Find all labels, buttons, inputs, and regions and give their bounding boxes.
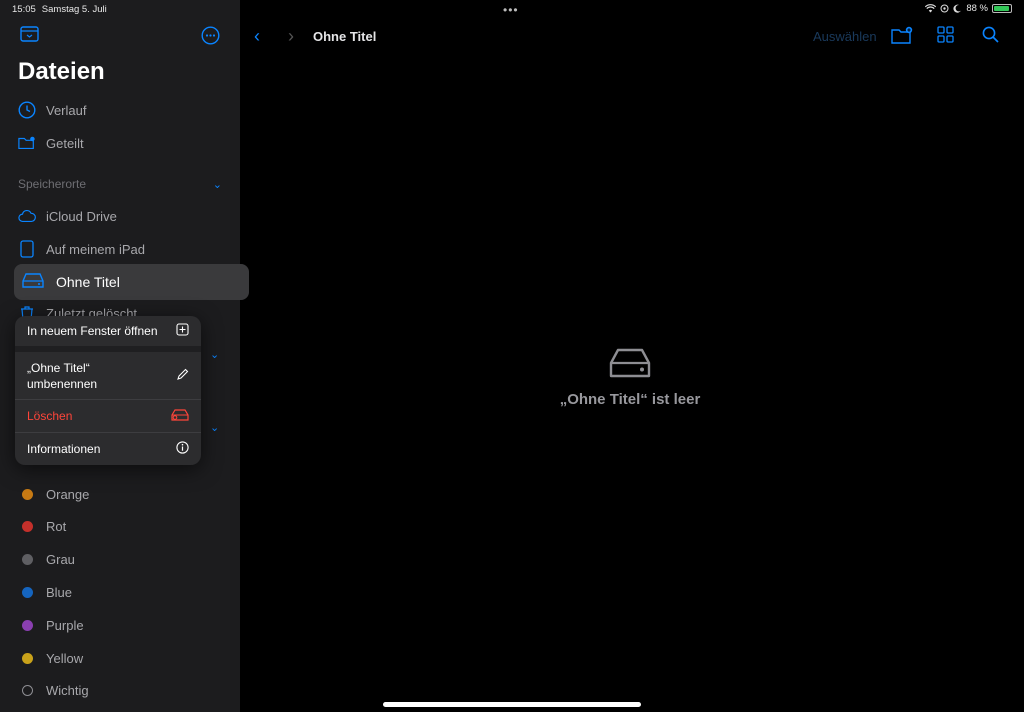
chevron-down-icon[interactable]: ⌄: [210, 421, 219, 434]
sidebar-item-recents[interactable]: Verlauf: [18, 97, 86, 123]
sidebar-item-label: iCloud Drive: [46, 208, 117, 224]
section-header-label: Speicherorte: [18, 177, 87, 191]
sidebar-item-icloud-drive[interactable]: iCloud Drive: [18, 203, 117, 229]
section-header-locations[interactable]: Speicherorte ⌄: [18, 177, 222, 191]
sidebar-item-label: Grau: [46, 552, 75, 568]
sidebar-tag-item[interactable]: Blue: [18, 579, 72, 605]
sidebar-item-label: Rot: [46, 519, 67, 535]
menu-item-info[interactable]: Informationen: [15, 433, 201, 465]
info-icon: [176, 441, 189, 457]
sidebar-item-label: Blue: [46, 584, 73, 600]
more-options-icon[interactable]: [201, 26, 220, 50]
battery-fill: [994, 6, 1009, 11]
tag-dot: [21, 488, 33, 500]
empty-message: „Ohne Titel“ ist leer: [559, 391, 701, 408]
context-menu: In neuem Fenster öffnen „Ohne Titel“ umb…: [15, 316, 201, 465]
eject-drive-icon: [171, 408, 189, 424]
sidebar-title: Dateien: [18, 58, 105, 85]
sidebar-item-label: Wichtig: [46, 683, 89, 699]
forward-button[interactable]: ›: [288, 26, 294, 47]
sidebar-item-ohne-titel[interactable]: Ohne Titel: [14, 264, 249, 300]
status-time: 15:05: [12, 4, 36, 15]
tag-color-dot-icon: [18, 682, 36, 700]
menu-item-label: In neuem Fenster öffnen: [27, 324, 158, 338]
tag-dot: [21, 586, 33, 598]
sidebar-tag-item[interactable]: Rot: [18, 514, 66, 540]
sidebar-item-label: Verlauf: [46, 102, 87, 118]
shared-folder-icon: [18, 134, 36, 152]
empty-state: „Ohne Titel“ ist leer: [540, 348, 720, 408]
tag-dot: [21, 652, 33, 664]
location-icon: [940, 4, 949, 13]
breadcrumb-title: Ohne Titel: [313, 29, 377, 44]
chevron-down-icon[interactable]: ⌄: [210, 348, 219, 361]
tag-color-dot-icon: [18, 518, 36, 536]
sidebar-item-on-my-ipad[interactable]: Auf meinem iPad: [18, 236, 145, 262]
battery-icon: [992, 4, 1012, 13]
chevron-down-icon[interactable]: ⌄: [213, 178, 222, 191]
sidebar-item-label: Auf meinem iPad: [46, 241, 145, 257]
sidebar-tag-item[interactable]: Grau: [18, 547, 75, 573]
status-date: Samstag 5. Juli: [41, 4, 107, 15]
rename-line-1: „Ohne Titel“: [27, 360, 90, 375]
add-window-icon: [176, 323, 189, 339]
status-bar: 15:05 Samstag 5. Juli ••• 88 %: [0, 0, 1024, 18]
cloud-icon: [18, 207, 36, 225]
menu-item-rename[interactable]: „Ohne Titel“ umbenennen: [15, 352, 201, 400]
moon-icon: [953, 4, 962, 13]
tag-dot: [21, 554, 33, 566]
battery-percent: 88 %: [966, 3, 988, 14]
sidebar-toggle-icon[interactable]: [20, 26, 39, 47]
grid-view-icon[interactable]: [937, 26, 954, 48]
menu-item-label: Informationen: [27, 442, 101, 456]
drive-icon: [540, 348, 720, 383]
search-icon[interactable]: [982, 26, 999, 48]
tag-color-dot-icon: [18, 583, 36, 601]
clock-icon: [18, 101, 36, 119]
tag-color-dot-icon: [18, 616, 36, 634]
multitasking-dots-icon[interactable]: •••: [503, 3, 519, 17]
drive-icon: [22, 272, 44, 292]
home-indicator[interactable]: [383, 702, 641, 707]
tag-color-dot-icon: [18, 551, 36, 569]
menu-item-label: „Ohne Titel“ umbenennen: [27, 360, 97, 392]
sidebar-tag-item[interactable]: Purple: [18, 612, 84, 638]
new-folder-icon[interactable]: [891, 26, 913, 50]
menu-item-open-new-window[interactable]: In neuem Fenster öffnen: [15, 316, 201, 352]
tag-dot: [21, 685, 33, 697]
menu-item-delete[interactable]: Löschen: [15, 400, 201, 433]
sidebar-item-label: Geteilt: [46, 135, 84, 151]
menu-item-label: Löschen: [27, 409, 73, 423]
sidebar-item-label: Purple: [46, 617, 84, 633]
sidebar-item-label: Ohne Titel: [56, 274, 120, 290]
rename-line-2: umbenennen: [27, 376, 98, 391]
back-button[interactable]: ‹: [254, 26, 260, 47]
ipad-icon: [18, 240, 36, 258]
sidebar-tag-item[interactable]: Yellow: [18, 645, 83, 671]
pencil-icon: [176, 368, 189, 384]
sidebar-tag-item[interactable]: Orange: [18, 481, 89, 507]
tag-color-dot-icon: [18, 485, 36, 503]
tag-dot: [21, 619, 33, 631]
toolbar: ‹ › Ohne Titel Auswählen: [240, 18, 1024, 56]
tag-color-dot-icon: [18, 649, 36, 667]
sidebar-item-shared[interactable]: Geteilt: [18, 130, 84, 156]
sidebar-tag-item[interactable]: Wichtig: [18, 678, 89, 704]
select-button[interactable]: Auswählen: [813, 29, 877, 44]
wifi-icon: [925, 4, 937, 13]
sidebar-item-label: Orange: [46, 486, 90, 502]
sidebar-item-label: Yellow: [46, 650, 84, 666]
tag-dot: [21, 521, 33, 533]
